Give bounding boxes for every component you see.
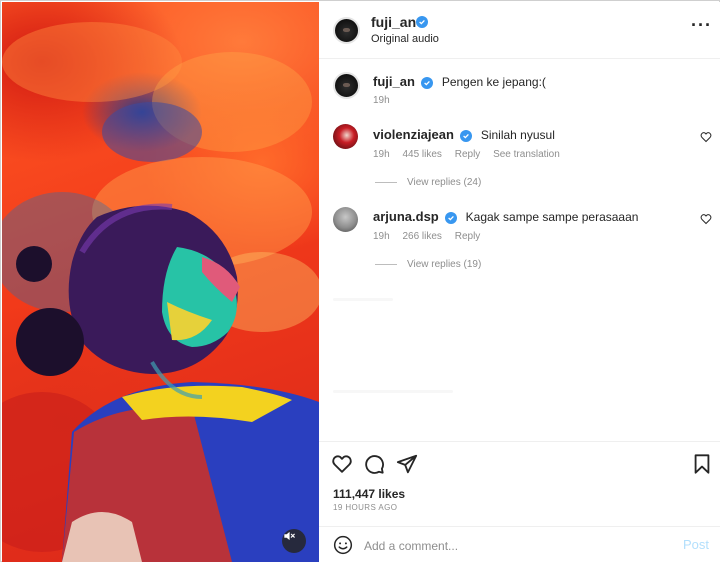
comment-meta: 19h 266 likes Reply <box>373 231 490 242</box>
mute-icon <box>284 531 295 541</box>
comment-composer: Post <box>319 526 720 562</box>
reply-button[interactable]: Reply <box>455 231 481 242</box>
replies-divider <box>375 181 397 183</box>
author-username[interactable]: fuji_an <box>371 14 416 30</box>
post-video[interactable] <box>2 2 319 562</box>
audio-label[interactable]: Original audio <box>371 33 439 45</box>
comment-line: violenziajean Sinilah nyusul <box>373 126 555 144</box>
caption-meta: 19h <box>373 95 400 106</box>
post-dialog: fuji_an Original audio ··· fuji_an Penge… <box>0 0 720 562</box>
emoji-icon[interactable] <box>333 535 353 555</box>
comment-avatar[interactable] <box>333 207 358 232</box>
comment-username[interactable]: arjuna.dsp <box>373 209 439 224</box>
loading-placeholder <box>333 298 393 301</box>
caption-line: fuji_an Pengen ke jepang:( <box>373 73 546 91</box>
likes-count[interactable]: 111,447 likes <box>333 487 405 501</box>
author-username-text[interactable]: fuji_an <box>371 14 416 30</box>
post-details-panel: fuji_an Original audio ··· fuji_an Penge… <box>319 2 720 562</box>
verified-badge-icon <box>445 212 458 224</box>
reply-button[interactable]: Reply <box>455 149 481 160</box>
view-replies-text[interactable]: View replies (19) <box>407 259 481 270</box>
caption-text: Pengen ke jepang:( <box>441 75 546 89</box>
comment-avatar[interactable] <box>333 124 358 149</box>
video-frame-art <box>2 22 319 562</box>
view-replies-text[interactable]: View replies (24) <box>407 177 481 188</box>
like-comment-heart-icon[interactable] <box>700 213 712 225</box>
verified-badge-icon <box>416 16 428 28</box>
comment-time[interactable]: 19h <box>373 149 390 160</box>
post-header: fuji_an Original audio ··· <box>319 2 720 59</box>
comment-time[interactable]: 19h <box>373 231 390 242</box>
mute-button[interactable] <box>282 529 306 553</box>
post-actions: 111,447 likes 19 HOURS AGO <box>319 441 720 521</box>
comment-meta: 19h 445 likes Reply See translation <box>373 149 570 160</box>
comment-text: Kagak sampe sampe perasaaan <box>465 210 639 224</box>
comment-line: arjuna.dsp Kagak sampe sampe perasaaan <box>373 208 638 226</box>
like-comment-heart-icon[interactable] <box>700 131 712 143</box>
comment-icon[interactable] <box>363 453 385 475</box>
caption-username[interactable]: fuji_an <box>373 74 415 89</box>
view-replies-button[interactable]: View replies (24) <box>375 177 481 188</box>
view-replies-button[interactable]: View replies (19) <box>375 259 481 270</box>
comment-text: Sinilah nyusul <box>480 128 555 142</box>
caption-time[interactable]: 19h <box>373 95 390 106</box>
post-timestamp: 19 HOURS AGO <box>333 503 398 512</box>
bookmark-icon[interactable] <box>691 453 713 475</box>
post-comment-button[interactable]: Post <box>683 537 709 552</box>
comment-input[interactable] <box>364 536 664 556</box>
comment-username[interactable]: violenziajean <box>373 127 454 142</box>
heart-icon[interactable] <box>331 453 353 475</box>
replies-divider <box>375 263 397 265</box>
see-translation-link[interactable]: See translation <box>493 149 560 160</box>
verified-badge-icon <box>460 130 473 142</box>
more-options-icon[interactable]: ··· <box>691 16 711 36</box>
verified-badge-icon <box>421 77 434 89</box>
comment-likes[interactable]: 266 likes <box>402 231 441 242</box>
author-avatar[interactable] <box>333 17 360 44</box>
caption-avatar[interactable] <box>333 72 360 99</box>
comment-likes[interactable]: 445 likes <box>402 149 441 160</box>
share-icon[interactable] <box>396 453 418 475</box>
loading-placeholder <box>333 390 453 393</box>
